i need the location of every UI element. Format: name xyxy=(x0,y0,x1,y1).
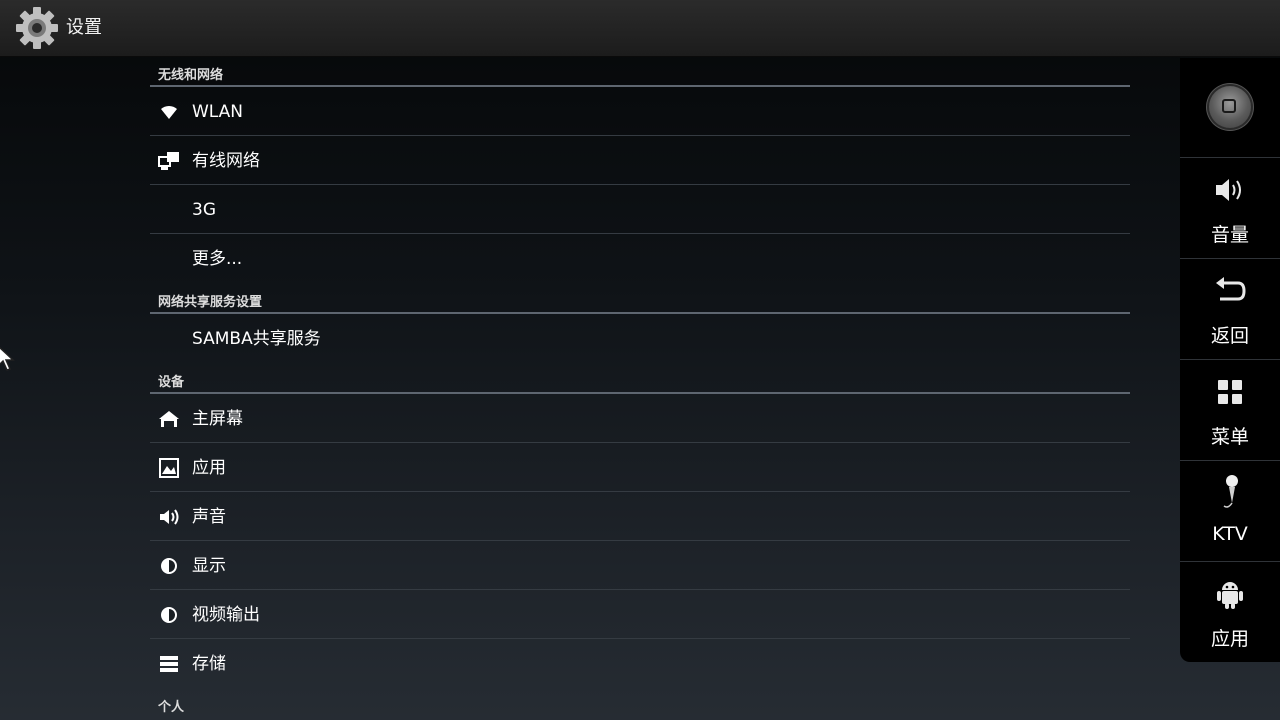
category-header-personal: 个人 xyxy=(158,700,185,715)
settings-item-label: WLAN xyxy=(192,102,244,122)
ethernet-icon xyxy=(158,150,180,172)
settings-item-label: 存储 xyxy=(192,654,226,674)
category-header-network-sharing: 网络共享服务设置 xyxy=(150,283,1130,314)
volume-button[interactable]: 音量 xyxy=(1180,157,1280,258)
storage-icon xyxy=(158,653,180,675)
back-button[interactable]: 返回 xyxy=(1180,258,1280,359)
home-button-icon[interactable] xyxy=(1209,86,1251,128)
settings-item-video-output[interactable]: 视频输出 xyxy=(150,590,1130,639)
android-icon xyxy=(1214,578,1246,610)
back-label: 返回 xyxy=(1210,325,1249,347)
settings-item-label: 显示 xyxy=(192,556,226,576)
page-title: 设置 xyxy=(66,17,102,38)
settings-item-label: SAMBA共享服务 xyxy=(192,329,321,349)
wifi-icon xyxy=(158,101,180,123)
settings-item-storage[interactable]: 存储 xyxy=(150,639,1130,688)
settings-item-display[interactable]: 显示 xyxy=(150,541,1130,590)
microphone-icon xyxy=(1214,475,1246,509)
volume-label: 音量 xyxy=(1210,224,1249,246)
back-icon xyxy=(1214,275,1246,307)
settings-item-wlan[interactable]: WLAN xyxy=(150,87,1130,136)
settings-item-label: 更多... xyxy=(192,249,243,269)
action-bar: 设置 xyxy=(0,0,1280,57)
ktv-button[interactable]: KTV xyxy=(1180,460,1280,561)
settings-item-ethernet[interactable]: 有线网络 xyxy=(150,136,1130,185)
settings-item-home-screen[interactable]: 主屏幕 xyxy=(150,394,1130,443)
apps-button[interactable]: 应用 xyxy=(1180,561,1280,662)
mouse-cursor-icon xyxy=(0,344,20,374)
gear-icon[interactable] xyxy=(14,5,60,51)
settings-item-more[interactable]: 更多... xyxy=(150,234,1130,283)
settings-item-label: 声音 xyxy=(192,507,226,527)
menu-button[interactable]: 菜单 xyxy=(1180,359,1280,460)
category-header-wireless: 无线和网络 xyxy=(150,56,1130,87)
settings-item-label: 3G xyxy=(192,200,216,220)
sound-icon xyxy=(158,506,180,528)
volume-icon xyxy=(1214,174,1246,206)
settings-item-samba[interactable]: SAMBA共享服务 xyxy=(150,314,1130,363)
settings-list: 无线和网络 WLAN 有线网络 3G 更多... 网络共享服务设置 SAMBA共… xyxy=(150,56,1130,719)
apps-label: 应用 xyxy=(1210,628,1249,650)
brightness-icon xyxy=(158,555,180,577)
home-icon xyxy=(158,408,180,430)
settings-item-3g[interactable]: 3G xyxy=(150,185,1130,234)
category-header-device: 设备 xyxy=(150,363,1130,394)
menu-label: 菜单 xyxy=(1210,426,1249,448)
settings-item-label: 视频输出 xyxy=(192,605,260,625)
menu-grid-icon xyxy=(1214,376,1246,408)
settings-item-label: 应用 xyxy=(192,458,226,478)
settings-item-label: 主屏幕 xyxy=(192,409,243,429)
settings-item-sound[interactable]: 声音 xyxy=(150,492,1130,541)
settings-item-apps[interactable]: 应用 xyxy=(150,443,1130,492)
apps-icon xyxy=(158,457,180,479)
ktv-label: KTV xyxy=(1212,523,1248,545)
brightness-icon xyxy=(158,604,180,626)
settings-item-label: 有线网络 xyxy=(192,151,260,171)
